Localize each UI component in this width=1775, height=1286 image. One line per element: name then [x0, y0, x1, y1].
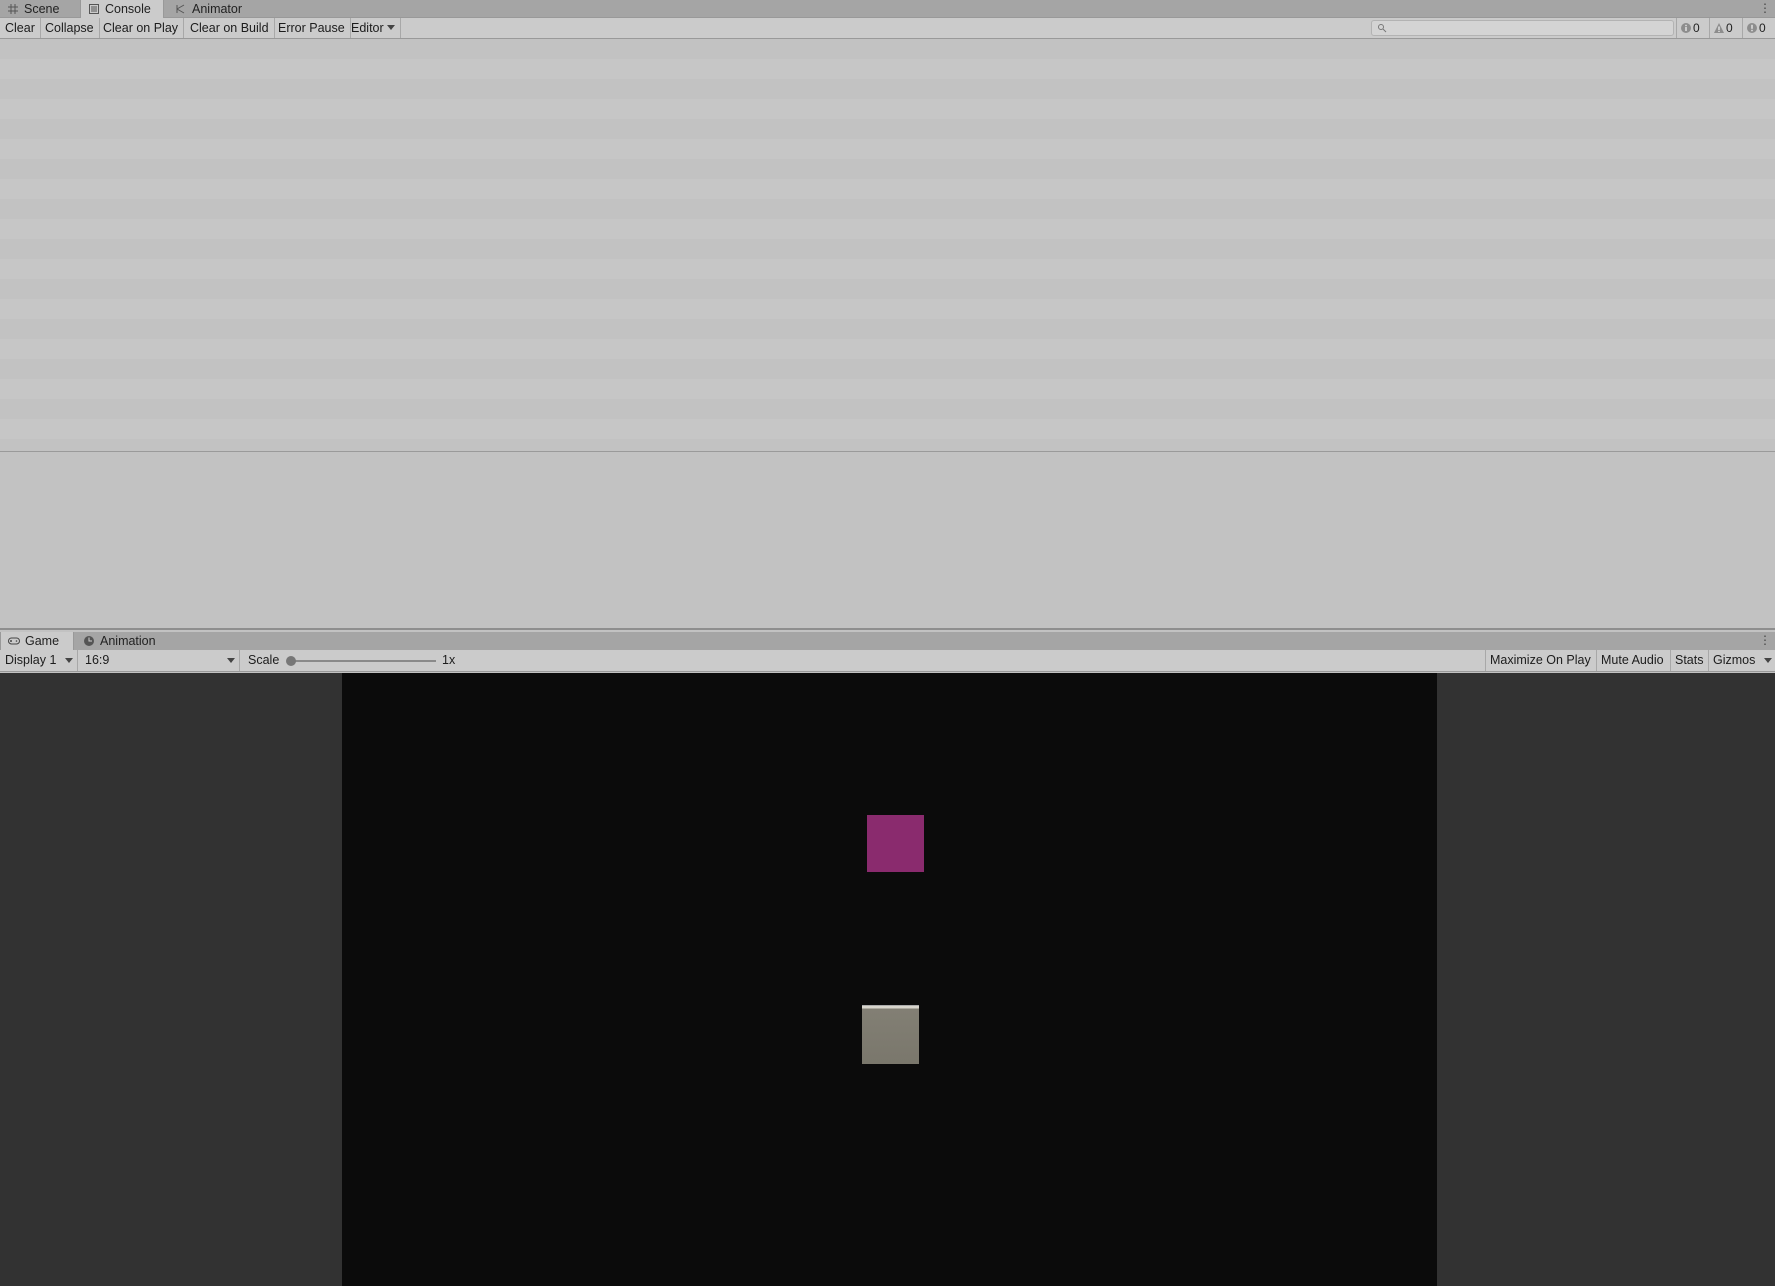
clear-on-play-button[interactable]: Clear on Play	[98, 18, 185, 38]
tab-scene-label: Scene	[24, 2, 60, 16]
console-icon	[89, 4, 99, 14]
info-count: 0	[1693, 21, 1700, 35]
info-icon	[1681, 23, 1691, 33]
editor-dropdown-label: Editor	[351, 21, 384, 35]
clear-on-build-button[interactable]: Clear on Build	[185, 18, 275, 38]
scale-label: Scale	[248, 653, 280, 667]
chevron-down-icon	[65, 658, 73, 663]
grid-icon	[8, 4, 18, 14]
game-dock-tabbar: Game Animation ⋮	[0, 632, 1775, 651]
error-pause-button[interactable]: Error Pause	[273, 18, 351, 38]
console-detail-pane[interactable]	[0, 453, 1775, 630]
aspect-dropdown-label: 16:9	[85, 653, 110, 667]
warning-count: 0	[1726, 21, 1733, 35]
chevron-down-icon	[227, 658, 235, 663]
scale-slider-handle[interactable]	[286, 656, 296, 666]
tab-scene[interactable]: Scene	[0, 0, 80, 18]
clear-button[interactable]: Clear	[0, 18, 41, 38]
search-icon	[1378, 24, 1387, 33]
game-render-canvas[interactable]	[342, 673, 1437, 1286]
chevron-down-icon	[386, 25, 395, 30]
gamepad-icon	[8, 637, 20, 645]
editor-dropdown[interactable]: Editor	[346, 18, 401, 38]
console-toolbar: Clear Collapse Clear on Play Clear on Bu…	[0, 18, 1775, 39]
warning-count-toggle[interactable]: 0	[1709, 18, 1741, 38]
display-dropdown[interactable]: Display 1	[0, 650, 78, 671]
collapse-button[interactable]: Collapse	[40, 18, 100, 38]
tab-game-label: Game	[25, 634, 60, 648]
tab-animation[interactable]: Animation	[76, 632, 166, 650]
console-menu-icon[interactable]: ⋮	[1759, 0, 1771, 16]
error-count: 0	[1759, 21, 1766, 35]
scale-value: 1x	[442, 653, 456, 667]
gizmos-toggle[interactable]: Gizmos	[1708, 650, 1775, 671]
display-dropdown-label: Display 1	[5, 653, 57, 667]
game-menu-icon[interactable]: ⋮	[1759, 632, 1771, 648]
error-count-toggle[interactable]: 0	[1742, 18, 1775, 38]
tab-animator[interactable]: Animator	[168, 0, 258, 18]
info-count-toggle[interactable]: 0	[1676, 18, 1708, 38]
warning-icon	[1714, 23, 1724, 33]
stone-block-sprite	[862, 1005, 919, 1064]
chevron-down-icon	[1764, 658, 1772, 663]
magenta-square-sprite	[867, 815, 924, 872]
tab-animation-label: Animation	[100, 634, 156, 648]
aspect-dropdown[interactable]: 16:9	[80, 650, 240, 671]
tab-console[interactable]: Console	[80, 0, 164, 19]
console-search[interactable]	[1371, 20, 1674, 36]
search-input[interactable]	[1388, 21, 1668, 35]
clock-icon	[84, 636, 94, 646]
animator-icon	[176, 4, 185, 14]
maximize-on-play-toggle[interactable]: Maximize On Play	[1485, 650, 1595, 671]
tab-animator-label: Animator	[192, 2, 243, 16]
tab-console-label: Console	[105, 2, 151, 16]
error-icon	[1747, 23, 1757, 33]
game-view[interactable]	[0, 673, 1775, 1286]
stats-toggle[interactable]: Stats	[1670, 650, 1708, 671]
console-dock-tabbar: Scene Console Animator ⋮	[0, 0, 1775, 19]
console-log-list[interactable]	[0, 39, 1775, 452]
mute-audio-toggle[interactable]: Mute Audio	[1596, 650, 1668, 671]
gizmos-label: Gizmos	[1713, 653, 1756, 667]
scale-slider-track[interactable]	[290, 660, 436, 662]
tab-game[interactable]: Game	[0, 632, 74, 651]
game-toolbar: Display 1 16:9 Scale 1x Maximize On Play…	[0, 650, 1775, 672]
